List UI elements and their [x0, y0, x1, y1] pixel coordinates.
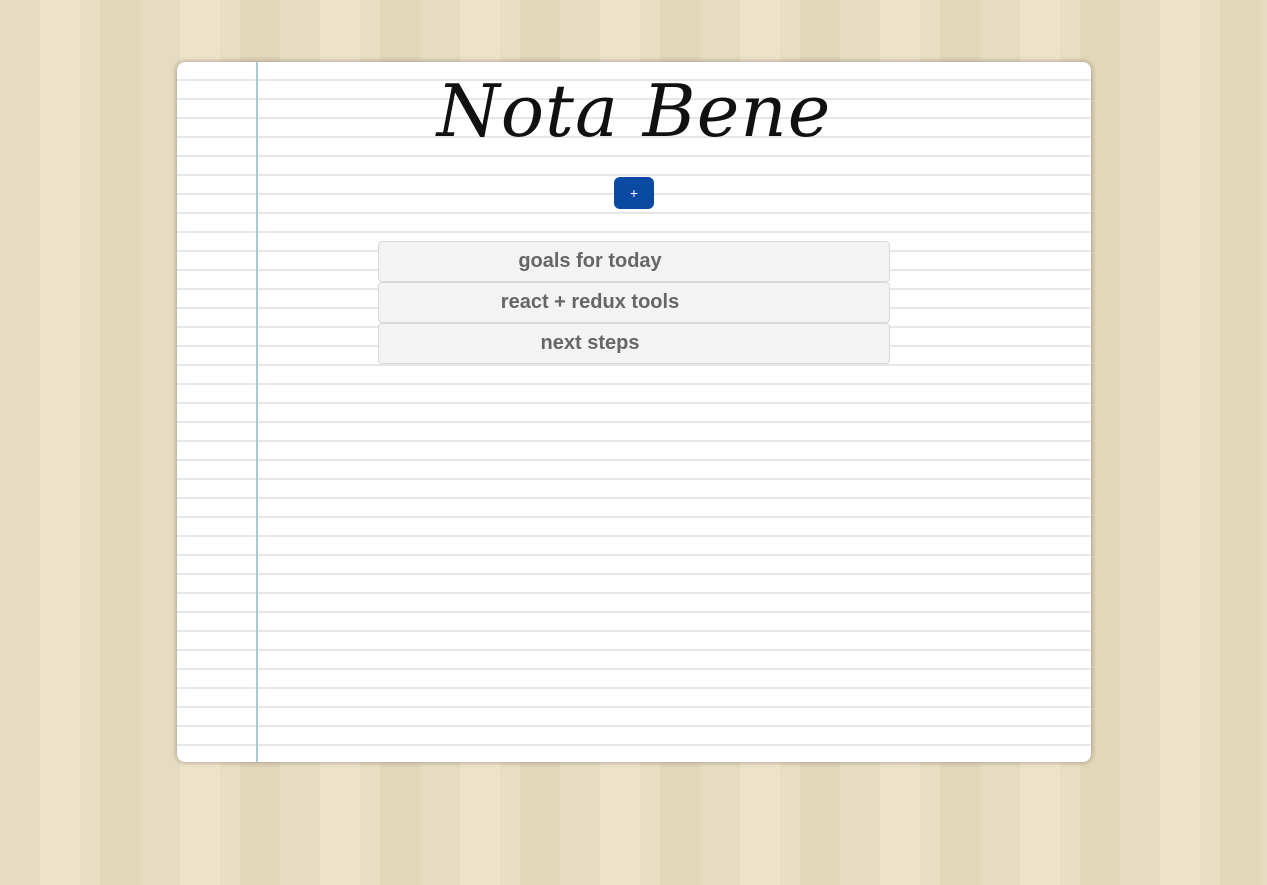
note-list: goals for today react + redux tools next… [378, 241, 890, 364]
notebook-paper: Nota Bene + goals for today react + redu… [177, 62, 1091, 762]
note-item-react-redux[interactable]: react + redux tools [378, 282, 890, 323]
note-item-goals[interactable]: goals for today [378, 241, 890, 282]
note-item-next-steps[interactable]: next steps [378, 323, 890, 364]
page-title: Nota Bene [436, 69, 832, 153]
margin-line [256, 62, 258, 762]
add-note-button[interactable]: + [614, 177, 654, 209]
